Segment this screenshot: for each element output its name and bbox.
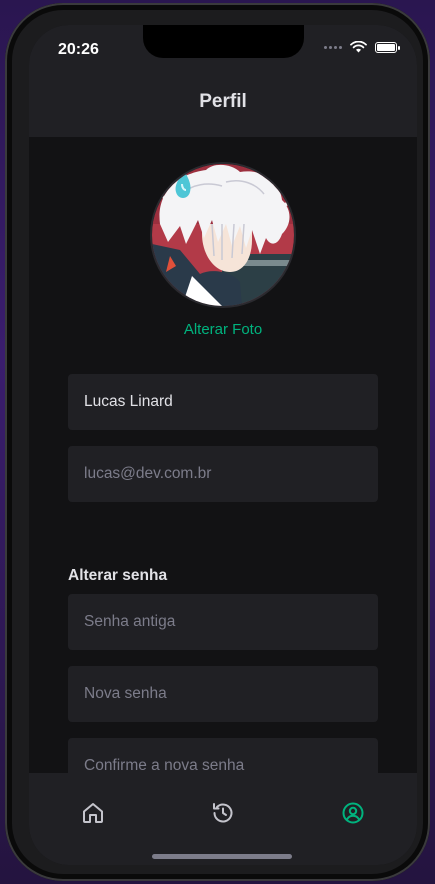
new-password-field[interactable]: Nova senha [68,666,378,722]
notch [143,25,304,58]
user-circle-icon [342,802,364,824]
page-title: Perfil [199,91,247,112]
battery-icon [375,41,400,53]
screen: 20:26 Perfil Alterar Foto Lucas Linard l… [29,25,417,865]
avatar[interactable] [150,162,296,308]
tab-bar [29,773,417,865]
phone-frame: 20:26 Perfil Alterar Foto Lucas Linard l… [5,3,430,881]
header: 20:26 Perfil [29,25,417,137]
tab-history[interactable] [207,797,239,829]
name-field[interactable]: Lucas Linard [68,374,378,430]
change-photo-link[interactable]: Alterar Foto [29,321,417,338]
history-icon [213,803,233,823]
old-password-field[interactable]: Senha antiga [68,594,378,650]
tab-home[interactable] [77,797,109,829]
email-field[interactable]: lucas@dev.com.br [68,446,378,502]
home-indicator [152,854,292,859]
change-password-heading: Alterar senha [68,567,168,584]
status-icons [324,41,400,53]
tab-profile[interactable] [337,797,369,829]
status-time: 20:26 [58,41,99,58]
wifi-icon [350,41,367,53]
avatar-image [152,164,294,306]
signal-icon [324,45,342,49]
home-icon [83,803,103,823]
